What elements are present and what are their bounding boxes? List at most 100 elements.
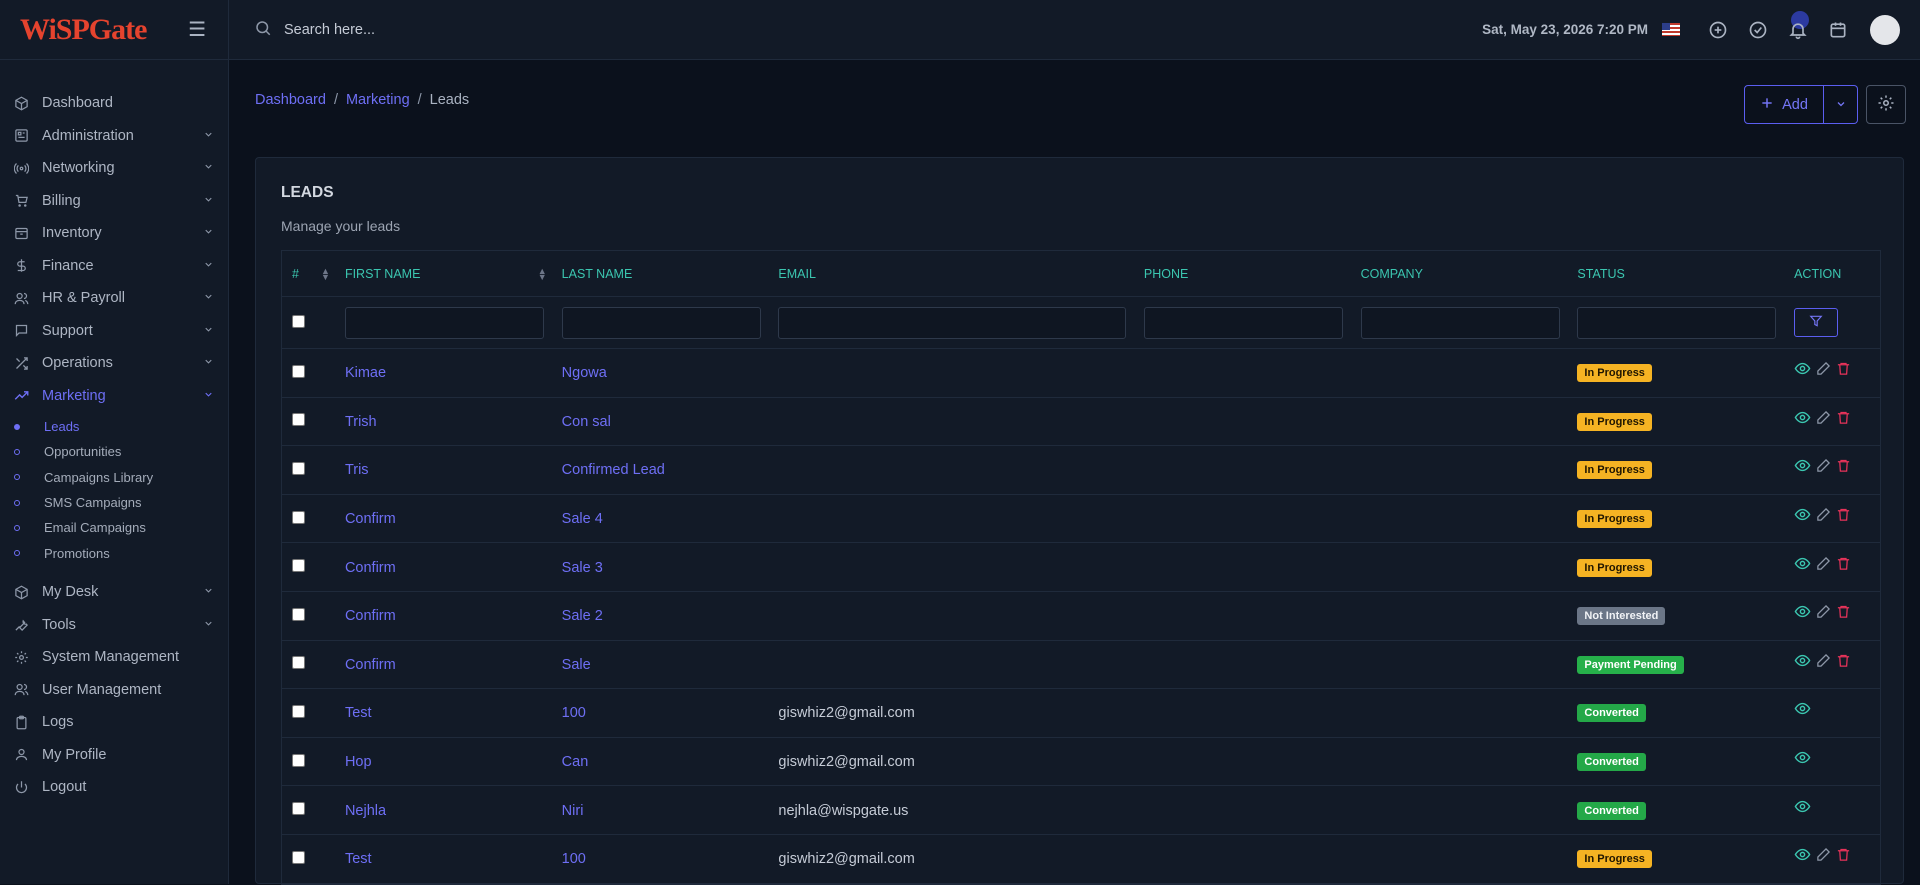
sidebar-item-inventory[interactable]: Inventory: [0, 217, 228, 250]
add-button[interactable]: Add: [1744, 85, 1824, 124]
filter-email-input[interactable]: [778, 307, 1126, 339]
col-company[interactable]: COMPANY: [1354, 267, 1571, 281]
sidebar-item-system-management[interactable]: System Management: [0, 641, 228, 674]
last-name-link[interactable]: Confirmed Lead: [562, 462, 665, 478]
trash-icon[interactable]: [1836, 507, 1851, 522]
first-name-link[interactable]: Trish: [345, 414, 377, 430]
view-icon[interactable]: [1794, 749, 1811, 766]
submenu-item-promotions[interactable]: Promotions: [0, 540, 228, 565]
edit-icon[interactable]: [1816, 410, 1831, 425]
trash-icon[interactable]: [1836, 653, 1851, 668]
first-name-link[interactable]: Confirm: [345, 608, 396, 624]
edit-icon[interactable]: [1816, 556, 1831, 571]
sidebar-item-logout[interactable]: Logout: [0, 771, 228, 804]
search-input[interactable]: [284, 22, 684, 38]
col-first-name[interactable]: FIRST NAME▲▼: [338, 267, 555, 281]
sidebar-item-my-desk[interactable]: My Desk: [0, 576, 228, 609]
view-icon[interactable]: [1794, 555, 1811, 572]
view-icon[interactable]: [1794, 652, 1811, 669]
edit-icon[interactable]: [1816, 361, 1831, 376]
row-checkbox[interactable]: [292, 413, 305, 426]
sidebar-item-marketing[interactable]: Marketing: [0, 380, 228, 413]
edit-icon[interactable]: [1816, 604, 1831, 619]
view-icon[interactable]: [1794, 360, 1811, 377]
trash-icon[interactable]: [1836, 556, 1851, 571]
edit-icon[interactable]: [1816, 458, 1831, 473]
submenu-item-campaigns-library[interactable]: Campaigns Library: [0, 465, 228, 490]
last-name-link[interactable]: Can: [562, 754, 589, 770]
first-name-link[interactable]: Confirm: [345, 657, 396, 673]
filter-last-name-input[interactable]: [562, 307, 761, 339]
row-checkbox[interactable]: [292, 802, 305, 815]
col-last-name[interactable]: LAST NAME: [555, 267, 772, 281]
sidebar-item-user-management[interactable]: User Management: [0, 673, 228, 706]
view-icon[interactable]: [1794, 506, 1811, 523]
first-name-link[interactable]: Test: [345, 851, 372, 867]
first-name-link[interactable]: Tris: [345, 462, 369, 478]
add-circle-icon[interactable]: [1707, 19, 1729, 41]
first-name-link[interactable]: Hop: [345, 754, 372, 770]
row-checkbox[interactable]: [292, 656, 305, 669]
sidebar-item-billing[interactable]: Billing: [0, 185, 228, 218]
sidebar-item-networking[interactable]: Networking: [0, 152, 228, 185]
settings-button[interactable]: [1866, 85, 1906, 124]
check-circle-icon[interactable]: [1747, 19, 1769, 41]
row-checkbox[interactable]: [292, 705, 305, 718]
last-name-link[interactable]: Niri: [562, 803, 584, 819]
trash-icon[interactable]: [1836, 458, 1851, 473]
select-all-checkbox[interactable]: [292, 315, 305, 328]
last-name-link[interactable]: Sale: [562, 657, 591, 673]
submenu-item-email-campaigns[interactable]: Email Campaigns: [0, 515, 228, 540]
edit-icon[interactable]: [1816, 847, 1831, 862]
first-name-link[interactable]: Confirm: [345, 560, 396, 576]
filter-status-input[interactable]: [1577, 307, 1776, 339]
row-checkbox[interactable]: [292, 511, 305, 524]
logo[interactable]: WiSPGate: [20, 13, 146, 47]
view-icon[interactable]: [1794, 603, 1811, 620]
row-checkbox[interactable]: [292, 462, 305, 475]
first-name-link[interactable]: Kimae: [345, 365, 386, 381]
col-phone[interactable]: PHONE: [1137, 267, 1354, 281]
edit-icon[interactable]: [1816, 653, 1831, 668]
breadcrumb-marketing[interactable]: Marketing: [346, 92, 410, 108]
last-name-link[interactable]: Ngowa: [562, 365, 607, 381]
row-checkbox[interactable]: [292, 559, 305, 572]
view-icon[interactable]: [1794, 409, 1811, 426]
last-name-link[interactable]: 100: [562, 705, 586, 721]
sidebar-item-hr-payroll[interactable]: HR & Payroll: [0, 282, 228, 315]
us-flag-icon[interactable]: [1662, 23, 1680, 36]
filter-phone-input[interactable]: [1144, 307, 1343, 339]
last-name-link[interactable]: Con sal: [562, 414, 611, 430]
submenu-item-leads[interactable]: Leads: [0, 414, 228, 439]
sidebar-item-my-profile[interactable]: My Profile: [0, 738, 228, 771]
edit-icon[interactable]: [1816, 507, 1831, 522]
trash-icon[interactable]: [1836, 410, 1851, 425]
row-checkbox[interactable]: [292, 754, 305, 767]
sidebar-item-dashboard[interactable]: Dashboard: [0, 87, 228, 120]
col-index[interactable]: #▲▼: [282, 267, 338, 281]
sidebar-item-tools[interactable]: Tools: [0, 608, 228, 641]
row-checkbox[interactable]: [292, 851, 305, 864]
filter-company-input[interactable]: [1361, 307, 1560, 339]
calendar-icon[interactable]: [1827, 19, 1849, 41]
submenu-item-opportunities[interactable]: Opportunities: [0, 439, 228, 464]
row-checkbox[interactable]: [292, 365, 305, 378]
last-name-link[interactable]: Sale 3: [562, 560, 603, 576]
first-name-link[interactable]: Nejhla: [345, 803, 386, 819]
filter-first-name-input[interactable]: [345, 307, 544, 339]
avatar[interactable]: [1870, 15, 1900, 45]
col-email[interactable]: EMAIL: [771, 267, 1137, 281]
view-icon[interactable]: [1794, 846, 1811, 863]
last-name-link[interactable]: 100: [562, 851, 586, 867]
last-name-link[interactable]: Sale 4: [562, 511, 603, 527]
submenu-item-sms-campaigns[interactable]: SMS Campaigns: [0, 490, 228, 515]
first-name-link[interactable]: Test: [345, 705, 372, 721]
col-status[interactable]: STATUS: [1570, 267, 1787, 281]
first-name-link[interactable]: Confirm: [345, 511, 396, 527]
bell-icon[interactable]: [1787, 19, 1809, 41]
breadcrumb-dashboard[interactable]: Dashboard: [255, 92, 326, 108]
trash-icon[interactable]: [1836, 604, 1851, 619]
view-icon[interactable]: [1794, 700, 1811, 717]
menu-toggle-icon[interactable]: ☰: [188, 17, 206, 42]
last-name-link[interactable]: Sale 2: [562, 608, 603, 624]
